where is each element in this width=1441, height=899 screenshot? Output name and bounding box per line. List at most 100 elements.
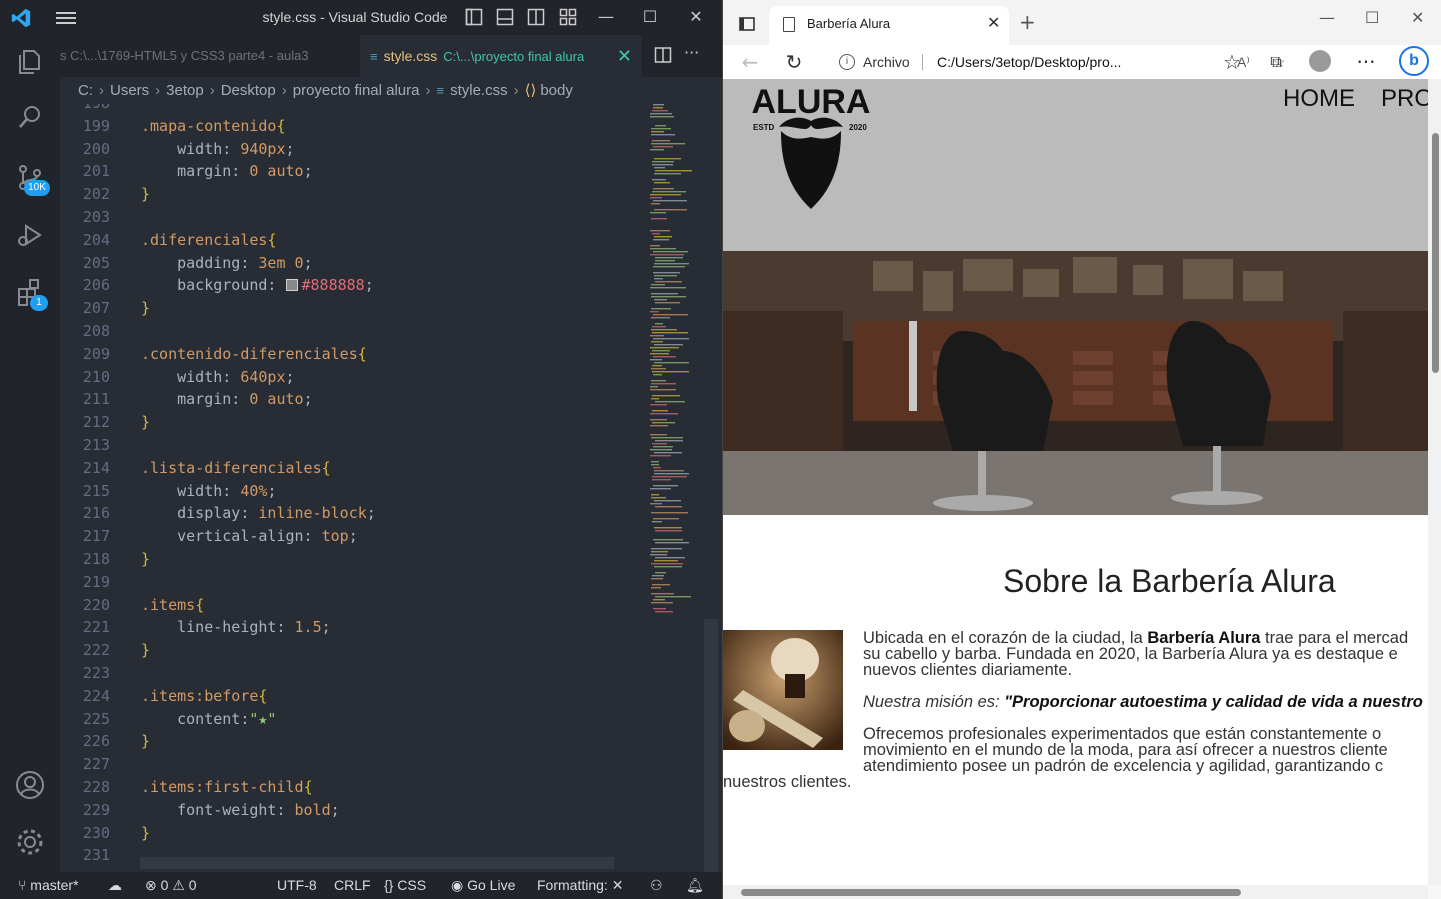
minimize-button[interactable]: — bbox=[1319, 8, 1335, 27]
toggle-panel-icon[interactable] bbox=[496, 8, 514, 26]
address-url[interactable]: C:/Users/3etop/Desktop/pro... bbox=[937, 47, 1121, 77]
language-status[interactable]: {} CSS bbox=[384, 872, 426, 899]
code-line[interactable]: 216 display: inline-block; bbox=[60, 502, 650, 525]
profile-avatar[interactable] bbox=[1309, 50, 1331, 72]
explorer-icon[interactable] bbox=[14, 45, 46, 77]
breadcrumb-item[interactable]: C: bbox=[78, 82, 93, 99]
code-line[interactable]: 208 bbox=[60, 320, 650, 343]
back-arrow-icon[interactable]: ← bbox=[737, 49, 763, 75]
code-line[interactable]: 207} bbox=[60, 297, 650, 320]
error-icon: ⊗ bbox=[145, 877, 157, 893]
code-line[interactable]: 206 background: #888888; bbox=[60, 274, 650, 297]
code-line[interactable]: 229 font-weight: bold; bbox=[60, 799, 650, 822]
tab-actions-icon[interactable] bbox=[739, 16, 755, 32]
close-window-button[interactable]: ✕ bbox=[1411, 8, 1424, 27]
minimize-button[interactable]: — bbox=[586, 4, 626, 30]
vscode-logo-icon[interactable] bbox=[10, 7, 32, 29]
customize-layout-icon[interactable] bbox=[559, 8, 577, 26]
code-line[interactable]: 215 width: 40%; bbox=[60, 480, 650, 503]
code-line[interactable]: 220 .items{ bbox=[60, 594, 650, 617]
breadcrumb-item[interactable]: body bbox=[540, 82, 573, 99]
copilot-icon[interactable]: b bbox=[1399, 46, 1429, 76]
vscode-titlebar: style.css - Visual Studio Code — ☐ ✕ bbox=[0, 0, 722, 35]
code-line[interactable]: 199 .mapa-contenido{ bbox=[60, 115, 650, 138]
code-line[interactable]: 210 width: 640px; bbox=[60, 366, 650, 389]
code-line[interactable]: 198 bbox=[60, 104, 650, 115]
page-vertical-scrollbar[interactable] bbox=[1428, 79, 1441, 885]
code-line[interactable]: 218} bbox=[60, 548, 650, 571]
maximize-button[interactable]: ☐ bbox=[1365, 8, 1379, 27]
browser-tab[interactable]: Barbería Alura ✕ bbox=[769, 6, 1009, 45]
nav-productos[interactable]: PRO bbox=[1381, 85, 1428, 112]
collections-icon[interactable]: ⧉ bbox=[1263, 49, 1289, 75]
code-text: .mapa-contenido{ bbox=[141, 116, 286, 135]
code-text: .items:before{ bbox=[141, 686, 268, 705]
code-line[interactable]: 213 bbox=[60, 434, 650, 457]
minimap[interactable] bbox=[648, 104, 708, 624]
broadcast-icon: ◉ bbox=[451, 877, 464, 893]
code-line[interactable]: 201 margin: 0 auto; bbox=[60, 160, 650, 183]
toggle-secondary-sidebar-icon[interactable] bbox=[527, 8, 545, 26]
toggle-primary-sidebar-icon[interactable] bbox=[465, 8, 483, 26]
new-tab-icon[interactable]: + bbox=[1019, 10, 1036, 34]
code-editor[interactable]: 198199.mapa-contenido{200 width: 940px;2… bbox=[60, 104, 722, 872]
feedback-icon[interactable]: ⚇ bbox=[650, 872, 663, 899]
settings-more-icon[interactable]: ··· bbox=[1353, 49, 1379, 75]
more-actions-icon[interactable]: ··· bbox=[684, 43, 699, 62]
code-line[interactable]: 200 width: 940px; bbox=[60, 138, 650, 161]
branch-status[interactable]: ⑂ master* bbox=[18, 872, 79, 899]
tab-aula3[interactable]: s C:\...\1769-HTML5 y CSS3 parte4 - aula… bbox=[60, 35, 360, 77]
notifications-bell-icon[interactable]: 🔔︎ bbox=[686, 872, 704, 899]
code-line[interactable]: 204 .diferenciales{ bbox=[60, 229, 650, 252]
breadcrumb-item[interactable]: Users bbox=[110, 82, 149, 99]
split-editor-icon[interactable] bbox=[654, 46, 672, 64]
code-line[interactable]: 211 margin: 0 auto; bbox=[60, 388, 650, 411]
code-line[interactable]: 223 bbox=[60, 662, 650, 685]
code-line[interactable]: 217 vertical-align: top; bbox=[60, 525, 650, 548]
color-swatch-icon[interactable] bbox=[285, 279, 298, 292]
code-line[interactable]: 230} bbox=[60, 822, 650, 845]
code-line[interactable]: 212} bbox=[60, 411, 650, 434]
code-line[interactable]: 224 .items:before{ bbox=[60, 685, 650, 708]
menu-icon[interactable] bbox=[55, 9, 77, 27]
editor-vertical-scrollbar[interactable] bbox=[704, 619, 718, 872]
maximize-button[interactable]: ☐ bbox=[630, 4, 670, 30]
run-debug-icon[interactable] bbox=[14, 219, 46, 251]
breadcrumb-item[interactable]: 3etop bbox=[166, 82, 204, 99]
code-line[interactable]: 226} bbox=[60, 730, 650, 753]
account-icon[interactable] bbox=[14, 769, 46, 801]
go-live-button[interactable]: ◉ Go Live bbox=[451, 872, 515, 899]
sync-icon[interactable]: ☁ bbox=[108, 872, 122, 899]
code-line[interactable]: 222} bbox=[60, 639, 650, 662]
code-line[interactable]: 214 .lista-diferenciales{ bbox=[60, 457, 650, 480]
problems-status[interactable]: ⊗ 0 ⚠ 0 bbox=[145, 872, 197, 899]
code-line[interactable]: 225 content:"★" bbox=[60, 708, 650, 731]
breadcrumb-item[interactable]: Desktop bbox=[221, 82, 276, 99]
code-line[interactable]: 228 .items:first-child{ bbox=[60, 776, 650, 799]
code-line[interactable]: 227 bbox=[60, 753, 650, 776]
encoding-status[interactable]: UTF-8 bbox=[277, 872, 317, 899]
code-line[interactable]: 205 padding: 3em 0; bbox=[60, 252, 650, 275]
eol-status[interactable]: CRLF bbox=[334, 872, 371, 899]
code-line[interactable]: 219 bbox=[60, 571, 650, 594]
close-tab-icon[interactable]: ✕ bbox=[617, 35, 632, 77]
code-line[interactable]: 221 line-height: 1.5; bbox=[60, 616, 650, 639]
close-tab-icon[interactable]: ✕ bbox=[987, 6, 1000, 42]
page-horizontal-scrollbar[interactable] bbox=[723, 885, 1428, 899]
code-line[interactable]: 203 bbox=[60, 206, 650, 229]
search-icon[interactable] bbox=[14, 101, 46, 133]
info-icon[interactable]: i bbox=[839, 54, 855, 70]
code-line[interactable]: 202} bbox=[60, 183, 650, 206]
favorites-icon[interactable]: ☆ bbox=[1219, 49, 1245, 75]
close-window-button[interactable]: ✕ bbox=[676, 4, 716, 30]
settings-gear-icon[interactable] bbox=[14, 826, 46, 858]
code-line[interactable]: 209 .contenido-diferenciales{ bbox=[60, 343, 650, 366]
nav-home[interactable]: HOME bbox=[1283, 85, 1355, 112]
editor-horizontal-scrollbar[interactable] bbox=[140, 857, 614, 869]
breadcrumb-item[interactable]: style.css bbox=[450, 82, 508, 99]
formatting-status[interactable]: Formatting: ✕ bbox=[537, 872, 623, 899]
refresh-icon[interactable]: ↻ bbox=[781, 49, 807, 75]
alura-logo[interactable]: ALURA ESTD 2020 bbox=[749, 79, 873, 211]
breadcrumb-item[interactable]: proyecto final alura bbox=[293, 82, 420, 99]
tab-style-css[interactable]: ≡ style.css C:\...\proyecto final alura ✕ bbox=[360, 35, 642, 77]
